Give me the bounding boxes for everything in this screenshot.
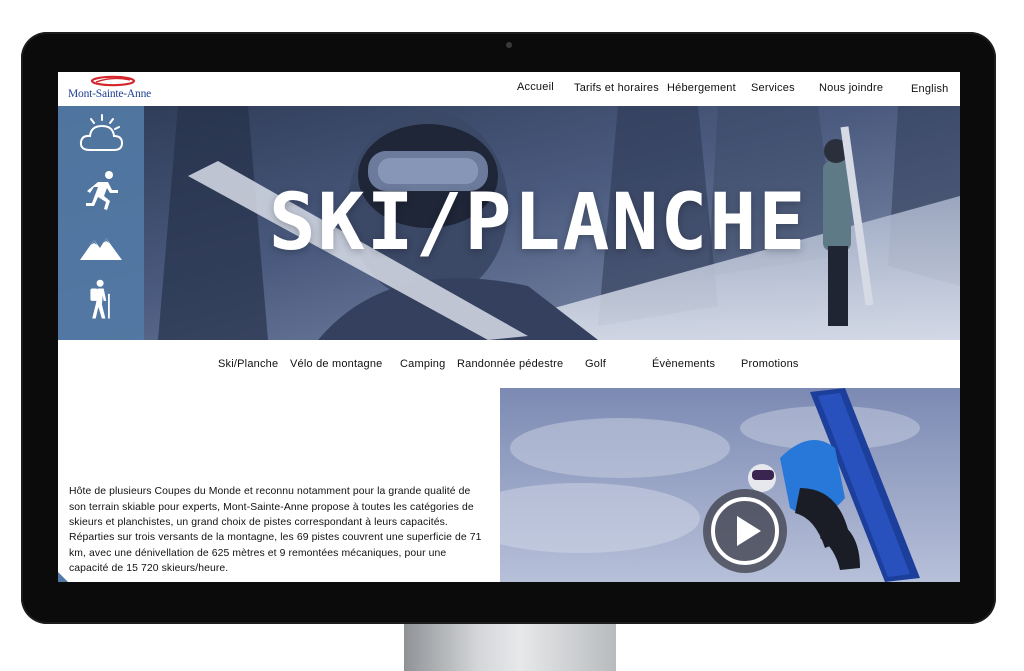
play-icon[interactable] [700, 486, 790, 576]
subnav-promotions[interactable]: Promotions [741, 358, 799, 370]
nav-english[interactable]: English [911, 83, 948, 95]
nav-nous-joindre[interactable]: Nous joindre [819, 82, 883, 94]
hero-title: SKI/PLANCHE [268, 178, 808, 268]
webcam-dot [506, 42, 512, 48]
intro-paragraph: Hôte de plusieurs Coupes du Monde et rec… [69, 486, 482, 574]
hero-banner: SKI/PLANCHE [58, 106, 960, 340]
corner-tab [58, 572, 68, 582]
logo-swoosh-icon [90, 75, 136, 87]
site-logo[interactable]: Mont-Sainte-Anne [68, 75, 152, 103]
subnav-camping[interactable]: Camping [400, 358, 445, 370]
activity-side-rail [58, 106, 144, 340]
nav-hebergement[interactable]: Hébergement [667, 82, 736, 94]
nav-accueil[interactable]: Accueil [517, 81, 554, 93]
snowboard-video[interactable] [500, 388, 960, 582]
subnav-randonnee[interactable]: Randonnée pédestre [457, 358, 563, 370]
logo-text: Mont-Sainte-Anne [68, 88, 152, 100]
mountain-icon[interactable] [76, 224, 126, 268]
subnav-velo-montagne[interactable]: Vélo de montagne [290, 358, 383, 370]
hiker-icon[interactable] [76, 278, 126, 322]
subnav-evenements[interactable]: Évènements [652, 358, 715, 370]
nav-tarifs-horaires[interactable]: Tarifs et horaires [574, 82, 659, 94]
subnav-ski-planche[interactable]: Ski/Planche [218, 358, 278, 370]
website-screen: Mont-Sainte-Anne Accueil Tarifs et horai… [58, 72, 960, 582]
running-icon[interactable] [76, 168, 126, 212]
weather-icon[interactable] [76, 112, 126, 156]
nav-services[interactable]: Services [751, 82, 795, 94]
site-header: Mont-Sainte-Anne Accueil Tarifs et horai… [58, 72, 960, 106]
subnav-golf[interactable]: Golf [585, 358, 606, 370]
